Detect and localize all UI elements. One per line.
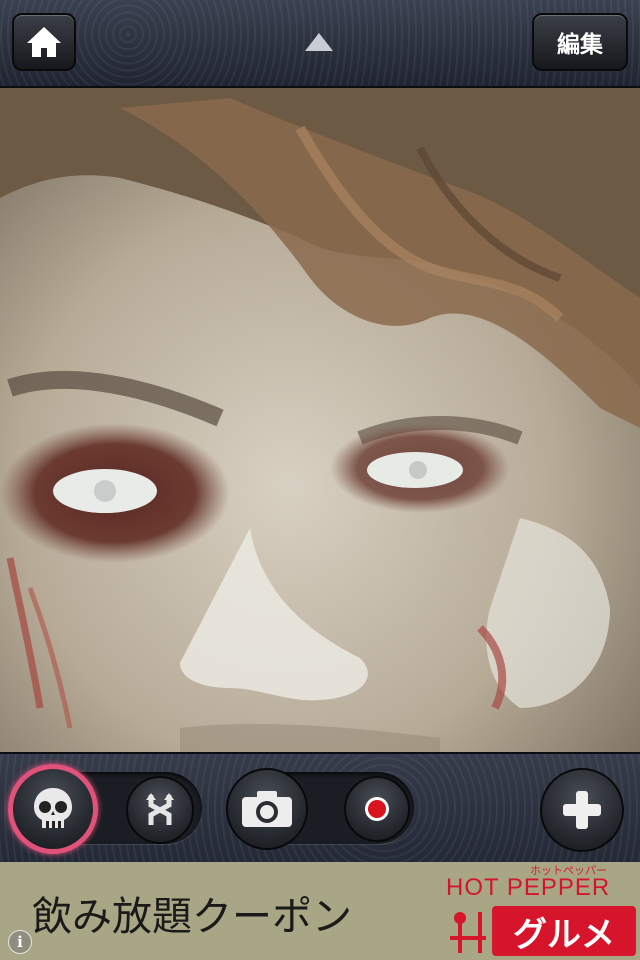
triangle-up-icon[interactable] bbox=[305, 33, 333, 51]
camera-icon bbox=[242, 791, 292, 827]
ad-brand-title: HOT PEPPER bbox=[446, 874, 611, 901]
record-icon bbox=[365, 797, 389, 821]
home-icon bbox=[27, 27, 61, 57]
camera-preview bbox=[0, 88, 640, 752]
record-button[interactable] bbox=[344, 776, 410, 842]
ad-info-button[interactable]: i bbox=[8, 930, 32, 954]
plus-icon bbox=[563, 791, 601, 829]
edit-button[interactable]: 編集 bbox=[532, 13, 628, 71]
home-button[interactable] bbox=[12, 13, 76, 71]
camera-toolbar bbox=[0, 752, 640, 862]
skull-effect-button[interactable] bbox=[8, 764, 98, 854]
skull-icon bbox=[34, 788, 72, 828]
ad-text: 飲み放題クーポン bbox=[32, 894, 352, 940]
camera-capture-button[interactable] bbox=[226, 768, 308, 850]
swap-button[interactable] bbox=[126, 776, 194, 844]
add-button[interactable] bbox=[540, 768, 624, 852]
ad-brand-sub: グルメ bbox=[492, 906, 636, 956]
zombie-face-image bbox=[0, 88, 640, 752]
swap-arrows-icon bbox=[146, 793, 174, 825]
fork-knife-icon bbox=[450, 912, 486, 953]
top-navigation-bar: 編集 bbox=[0, 0, 640, 88]
